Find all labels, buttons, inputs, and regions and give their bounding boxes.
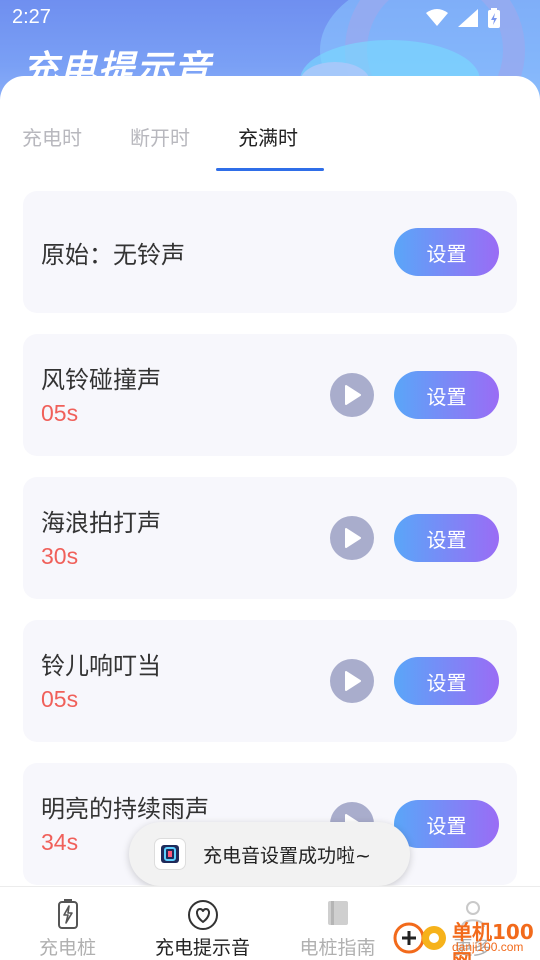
nav-label: 充电桩	[38, 937, 96, 959]
sound-title: 风铃碰撞声	[41, 366, 161, 394]
list-item: 风铃碰撞声 05s 设置	[23, 334, 517, 456]
tab-full[interactable]: 充满时	[238, 122, 298, 151]
battery-charging-icon	[57, 899, 79, 933]
nav-label: 电桩指南	[299, 937, 376, 959]
status-bar: 2:27	[0, 0, 540, 34]
set-button[interactable]: 设置	[394, 371, 499, 419]
book-icon	[326, 899, 350, 931]
nav-label: 充电提示音	[154, 937, 250, 959]
list-item: 原始：无铃声 设置	[23, 191, 517, 313]
play-button[interactable]	[330, 659, 374, 703]
play-button[interactable]	[330, 373, 374, 417]
sound-duration: 34s	[41, 829, 79, 855]
sound-title: 原始：无铃声	[41, 241, 185, 269]
sound-title: 铃儿响叮当	[41, 652, 161, 680]
nav-item-charging-sound[interactable]: 充电提示音	[135, 887, 270, 960]
set-button[interactable]: 设置	[394, 514, 499, 562]
heart-icon	[187, 899, 219, 935]
sound-title: 海浪拍打声	[41, 509, 161, 537]
list-item: 铃儿响叮当 05s 设置	[23, 620, 517, 742]
sound-duration: 30s	[41, 543, 79, 569]
set-button[interactable]: 设置	[394, 228, 499, 276]
play-icon	[345, 528, 361, 548]
toast-message: 充电音设置成功啦~	[129, 822, 410, 886]
sound-duration: 05s	[41, 400, 79, 426]
set-button[interactable]: 设置	[394, 657, 499, 705]
play-icon	[345, 671, 361, 691]
play-button[interactable]	[330, 516, 374, 560]
toast-text: 充电音设置成功啦~	[203, 844, 371, 867]
sound-title: 明亮的持续雨声	[41, 795, 209, 823]
signal-icon	[458, 9, 478, 27]
watermark-logo-icon	[393, 922, 446, 954]
watermark-subtext: danji100.com	[452, 940, 524, 954]
sound-duration: 05s	[41, 686, 79, 712]
app-icon	[155, 839, 185, 869]
list-item: 海浪拍打声 30s 设置	[23, 477, 517, 599]
battery-icon	[488, 8, 500, 28]
tab-disconnect[interactable]: 断开时	[130, 122, 190, 151]
tab-charging[interactable]: 充电时	[22, 122, 82, 151]
wifi-icon	[426, 9, 448, 27]
set-button[interactable]: 设置	[394, 800, 499, 848]
play-icon	[345, 385, 361, 405]
tab-active-indicator	[216, 168, 324, 171]
status-icons	[426, 8, 500, 28]
watermark: 单机100网 danji100.com	[390, 914, 540, 960]
nav-item-charging-pile[interactable]: 充电桩	[0, 887, 135, 960]
status-time: 2:27	[12, 6, 51, 28]
tab-bar: 充电时 断开时 充满时	[0, 76, 540, 172]
nav-item-guide[interactable]: 电桩指南	[270, 887, 405, 960]
